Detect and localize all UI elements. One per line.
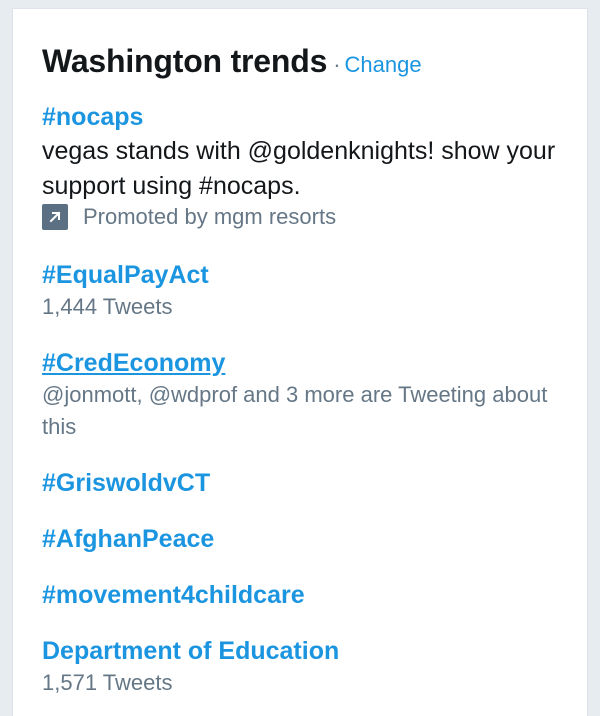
- trend-item-afghanpeace[interactable]: #AfghanPeace: [42, 523, 572, 555]
- trend-name[interactable]: #CredEconomy: [42, 347, 572, 379]
- trends-header: Washington trends · Change: [42, 43, 422, 80]
- trend-name[interactable]: #movement4childcare: [42, 579, 572, 611]
- promoted-arrow-icon: [42, 204, 68, 230]
- trend-item-nocaps[interactable]: #nocaps vegas stands with @goldenknights…: [42, 101, 572, 230]
- change-location-link[interactable]: Change: [345, 52, 422, 77]
- trend-item-equalpayact[interactable]: #EqualPayAct 1,444 Tweets: [42, 259, 572, 323]
- trends-title: Washington trends: [42, 43, 328, 79]
- trend-description: vegas stands with @goldenknights! show y…: [42, 137, 556, 200]
- trend-item-griswoldvct[interactable]: #GriswoldvCT: [42, 467, 572, 499]
- promoted-label: Promoted by mgm resorts: [42, 204, 572, 230]
- trends-card: Washington trends · Change #nocaps vegas s…: [12, 8, 588, 716]
- trend-name[interactable]: #AfghanPeace: [42, 523, 572, 555]
- trend-item-department-of-education[interactable]: Department of Education 1,571 Tweets: [42, 635, 572, 699]
- trend-context: @jonmott, @wdprof and 3 more are Tweetin…: [42, 382, 548, 439]
- trend-item-movement4childcare[interactable]: #movement4childcare: [42, 579, 572, 611]
- trend-name[interactable]: #GriswoldvCT: [42, 467, 572, 499]
- trend-name[interactable]: #nocaps: [42, 101, 572, 133]
- trend-tweet-count: 1,571 Tweets: [42, 670, 173, 695]
- promoted-text: Promoted by mgm resorts: [83, 204, 337, 229]
- trend-name[interactable]: #EqualPayAct: [42, 259, 572, 291]
- trend-name[interactable]: Department of Education: [42, 635, 572, 667]
- title-separator: ·: [333, 52, 341, 77]
- trend-item-credeconomy[interactable]: #CredEconomy @jonmott, @wdprof and 3 mor…: [42, 347, 572, 443]
- trend-tweet-count: 1,444 Tweets: [42, 294, 173, 319]
